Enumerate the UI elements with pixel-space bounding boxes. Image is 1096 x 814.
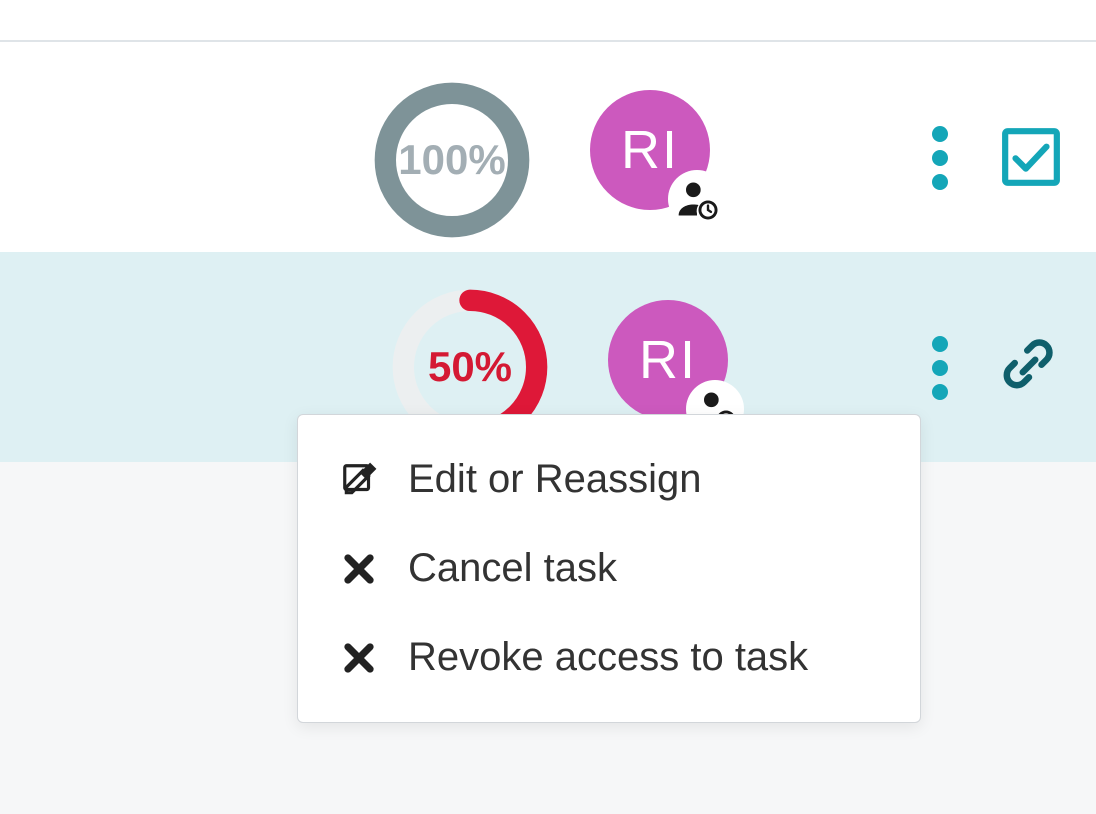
- menu-edit-reassign[interactable]: Edit or Reassign: [298, 435, 920, 524]
- task-actions-menu: Edit or Reassign Cancel task Revoke acce…: [297, 414, 921, 723]
- edit-icon: [338, 461, 380, 499]
- menu-item-label: Edit or Reassign: [408, 457, 701, 502]
- avatar[interactable]: RI: [608, 300, 740, 432]
- close-icon: [338, 639, 380, 677]
- link-icon[interactable]: [994, 336, 1064, 396]
- progress-circle-100: 100%: [372, 80, 532, 240]
- menu-item-label: Revoke access to task: [408, 635, 808, 680]
- progress-label: 100%: [398, 136, 505, 184]
- user-clock-icon: [668, 170, 726, 228]
- more-menu-button[interactable]: [928, 126, 952, 190]
- avatar[interactable]: RI: [590, 90, 722, 222]
- close-icon: [338, 550, 380, 588]
- menu-item-label: Cancel task: [408, 546, 617, 591]
- menu-revoke-access[interactable]: Revoke access to task: [298, 613, 920, 702]
- progress-label: 50%: [428, 343, 512, 391]
- checkbox-icon[interactable]: [1000, 126, 1062, 188]
- menu-cancel-task[interactable]: Cancel task: [298, 524, 920, 613]
- task-row-1[interactable]: 100% RI: [0, 42, 1096, 252]
- more-menu-button[interactable]: [928, 336, 952, 400]
